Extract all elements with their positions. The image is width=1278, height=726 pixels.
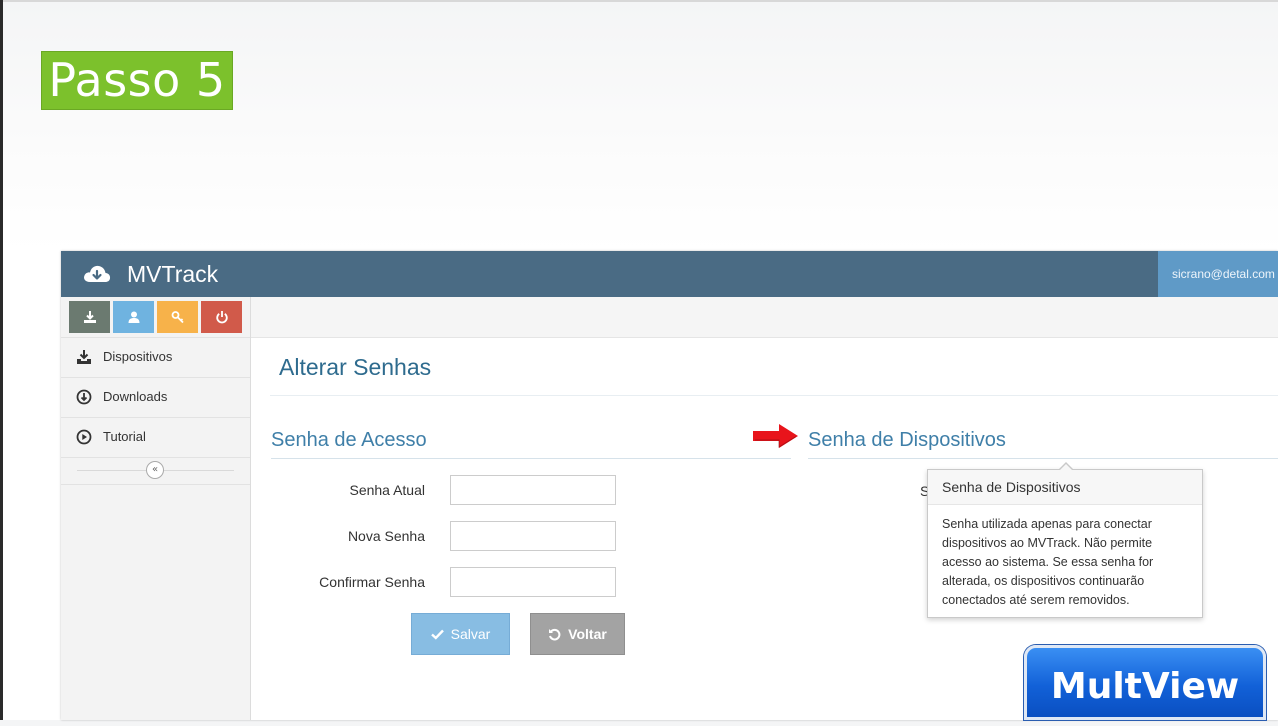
page-title: Alterar Senhas [279, 354, 432, 380]
divider [270, 395, 1278, 396]
double-chevron-left-icon[interactable]: « [146, 461, 164, 479]
save-button-label: Salvar [450, 626, 491, 642]
check-icon [430, 629, 444, 640]
multview-watermark: MultView [1024, 645, 1266, 720]
current-password-label: Senha Atual [349, 482, 425, 498]
shortcut-user-button[interactable] [113, 301, 154, 333]
undo-icon [548, 628, 561, 641]
sidebar-item-label: Dispositivos [103, 349, 173, 364]
red-arrow-icon [753, 424, 798, 448]
new-password-field[interactable] [450, 521, 616, 551]
access-section-title: Senha de Acesso [271, 429, 427, 451]
popover-title: Senha de Dispositivos [928, 470, 1202, 505]
breadcrumb [251, 297, 1278, 338]
shortcut-key-button[interactable] [157, 301, 198, 333]
frame-left-edge [0, 0, 3, 720]
play-circle-icon [76, 429, 92, 445]
save-button[interactable]: Salvar [411, 613, 510, 655]
devices-section-title: Senha de Dispositivos [808, 429, 1006, 451]
divider [808, 458, 1278, 459]
download-tray-icon [77, 350, 91, 364]
help-popover: Senha de Dispositivos Senha utilizada ap… [927, 462, 1203, 618]
sidebar-item-label: Downloads [103, 389, 168, 404]
sidebar-collapse-row: « [61, 457, 250, 485]
user-menu[interactable]: sicrano@detal.com [1158, 251, 1278, 297]
frame-top-edge [0, 0, 1278, 2]
top-navbar: MVTrack sicrano@detal.com [61, 251, 1278, 297]
divider [271, 458, 791, 459]
confirm-password-field[interactable] [450, 567, 616, 597]
popover-caret-inner [1059, 464, 1073, 471]
brand-name[interactable]: MVTrack [127, 261, 218, 287]
user-icon [128, 311, 139, 323]
sidebar-item-label: Tutorial [103, 429, 146, 444]
cloud-download-icon[interactable] [82, 262, 112, 286]
step-badge: Passo 5 [41, 51, 233, 110]
sidebar-item-downloads[interactable]: Downloads [61, 377, 250, 417]
new-password-label: Nova Senha [347, 528, 425, 544]
download-icon [83, 311, 96, 323]
sidebar: Dispositivos Downloads Tutorial « [61, 297, 251, 720]
current-password-field[interactable] [450, 475, 616, 505]
popover-body: Senha utilizada apenas para conectar dis… [942, 517, 1154, 607]
power-icon [215, 311, 228, 324]
shortcut-power-button[interactable] [201, 301, 242, 333]
shortcut-download-button[interactable] [69, 301, 110, 333]
back-button-label: Voltar [568, 626, 607, 642]
sidebar-item-dispositivos[interactable]: Dispositivos [61, 337, 250, 377]
key-icon [171, 311, 184, 324]
circle-download-icon [76, 389, 92, 405]
sidebar-item-tutorial[interactable]: Tutorial [61, 417, 250, 457]
back-button[interactable]: Voltar [530, 613, 625, 655]
confirm-password-label: Confirmar Senha [319, 574, 425, 590]
